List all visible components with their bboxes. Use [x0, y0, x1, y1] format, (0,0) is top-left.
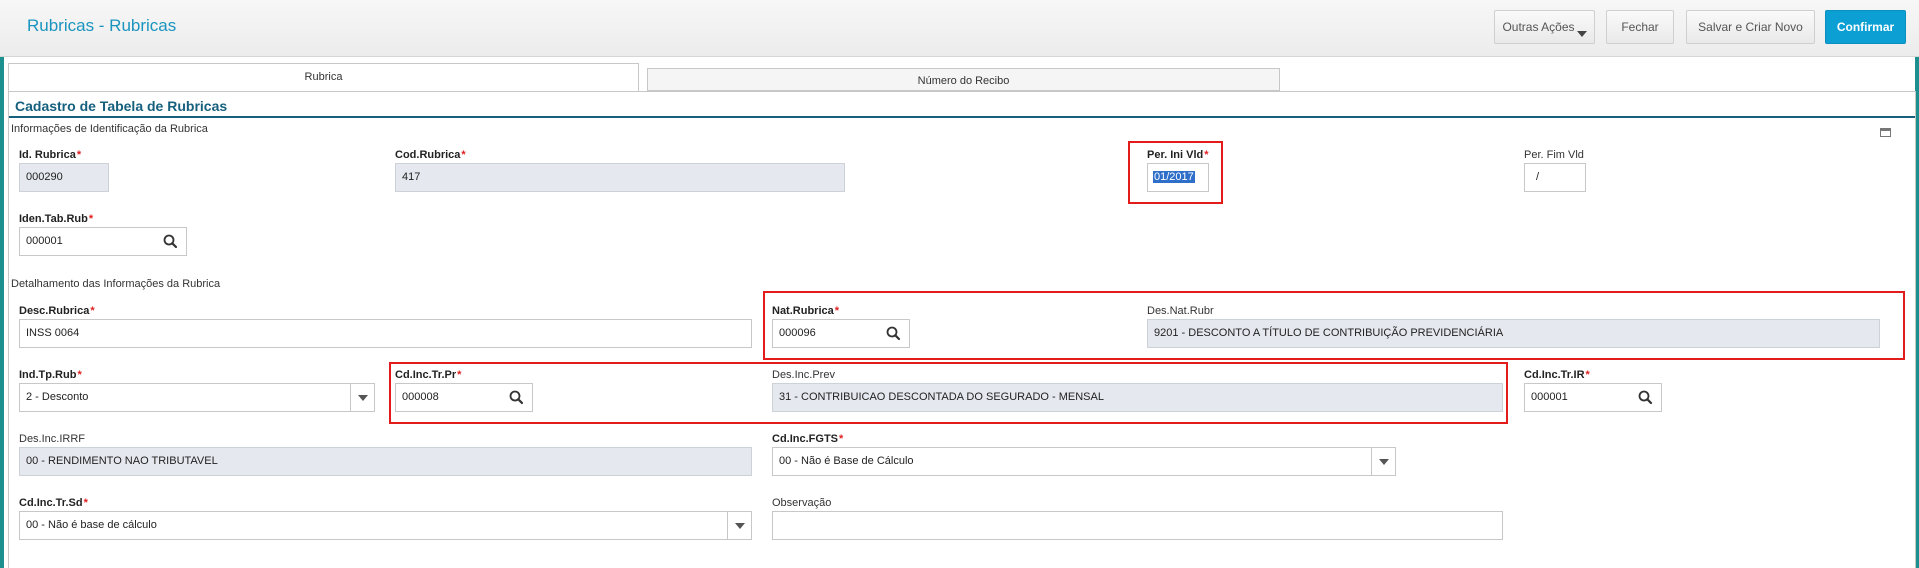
cd-inc-tr-ir-field[interactable]: 000001: [1524, 383, 1662, 412]
per-fim-vld-label: Per. Fim Vld: [1524, 149, 1584, 161]
iden-tab-rub-field[interactable]: 000001: [19, 227, 187, 256]
search-icon[interactable]: [1631, 384, 1661, 411]
outras-acoes-label: Outras Ações: [1502, 20, 1575, 34]
cod-rubrica-field[interactable]: 417: [395, 163, 845, 192]
ind-tp-rub-value: 2 - Desconto: [26, 391, 89, 403]
cd-inc-tr-ir-value: 000001: [1531, 391, 1568, 403]
id-rubrica-field[interactable]: 000290: [19, 163, 109, 192]
ind-tp-rub-select[interactable]: 2 - Desconto: [19, 383, 375, 412]
highlight-box-nat-rubrica: [763, 291, 1905, 360]
confirmar-button[interactable]: Confirmar: [1825, 10, 1906, 44]
cd-inc-fgts-label: Cd.Inc.FGTS*: [772, 433, 844, 445]
iden-tab-rub-value: 000001: [26, 235, 63, 247]
chevron-down-icon[interactable]: [350, 384, 374, 411]
des-inc-irrf-field[interactable]: 00 - RENDIMENTO NAO TRIBUTAVEL: [19, 447, 752, 476]
cd-inc-tr-sd-label: Cd.Inc.Tr.Sd*: [19, 497, 88, 509]
left-border: [0, 57, 4, 568]
per-fim-vld-field[interactable]: /: [1524, 163, 1586, 192]
page-header: Rubricas - Rubricas Outras Ações Fechar …: [0, 0, 1919, 57]
cd-inc-tr-sd-value: 00 - Não é base de cálculo: [26, 519, 157, 531]
ind-tp-rub-label: Ind.Tp.Rub*: [19, 369, 82, 381]
cod-rubrica-label: Cod.Rubrica*: [395, 149, 466, 161]
section-title: Cadastro de Tabela de Rubricas: [15, 98, 228, 114]
chevron-down-icon: [1577, 31, 1587, 37]
id-rubrica-label: Id. Rubrica*: [19, 149, 82, 161]
group-identificacao-title: Informações de Identificação da Rubrica: [11, 123, 208, 135]
chevron-down-icon[interactable]: [1371, 448, 1395, 475]
app-window: Rubricas - Rubricas Outras Ações Fechar …: [0, 0, 1919, 568]
desc-rubrica-field[interactable]: INSS 0064: [19, 319, 752, 348]
cd-inc-fgts-select[interactable]: 00 - Não é Base de Cálculo: [772, 447, 1396, 476]
observacao-label: Observação: [772, 497, 832, 509]
collapse-icon[interactable]: [1880, 128, 1891, 137]
chevron-down-icon[interactable]: [727, 512, 751, 539]
observacao-field[interactable]: [772, 511, 1503, 540]
des-inc-irrf-label: Des.Inc.IRRF: [19, 433, 86, 445]
salvar-criar-novo-button[interactable]: Salvar e Criar Novo: [1686, 10, 1815, 44]
page-title: Rubricas - Rubricas: [27, 16, 177, 35]
highlight-box-cd-inc-tr-pr: [389, 362, 1508, 424]
highlight-box-per-ini-vld: [1128, 141, 1223, 204]
group-detalhamento-title: Detalhamento das Informações da Rubrica: [11, 278, 221, 290]
desc-rubrica-label: Desc.Rubrica*: [19, 305, 95, 317]
fechar-button[interactable]: Fechar: [1606, 10, 1674, 44]
outras-acoes-button[interactable]: Outras Ações: [1494, 10, 1595, 44]
iden-tab-rub-label: Iden.Tab.Rub*: [19, 213, 94, 225]
tab-rubrica[interactable]: Rubrica: [8, 63, 639, 91]
section-divider: [9, 116, 1915, 118]
search-icon[interactable]: [156, 228, 186, 255]
cd-inc-fgts-value: 00 - Não é Base de Cálculo: [779, 455, 914, 467]
tab-numero-do-recibo[interactable]: Número do Recibo: [647, 68, 1280, 91]
cd-inc-tr-sd-select[interactable]: 00 - Não é base de cálculo: [19, 511, 752, 540]
cd-inc-tr-ir-label: Cd.Inc.Tr.IR*: [1524, 369, 1590, 381]
